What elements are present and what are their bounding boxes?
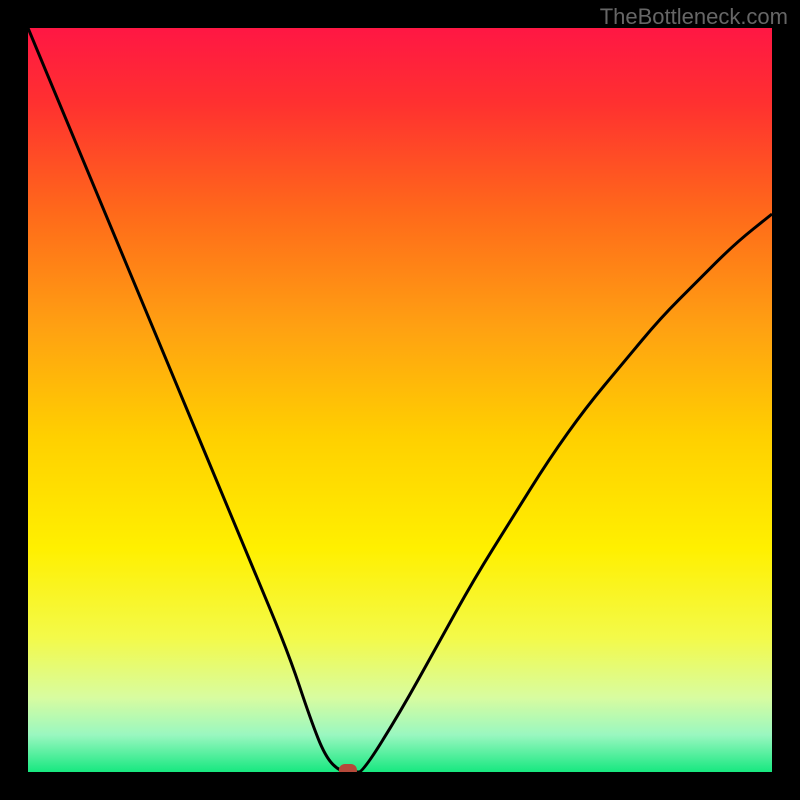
optimal-marker: [339, 764, 357, 772]
chart-container: TheBottleneck.com: [0, 0, 800, 800]
plot-area: [28, 28, 772, 772]
watermark-text: TheBottleneck.com: [600, 4, 788, 30]
gradient-background: [28, 28, 772, 772]
chart-svg: [28, 28, 772, 772]
